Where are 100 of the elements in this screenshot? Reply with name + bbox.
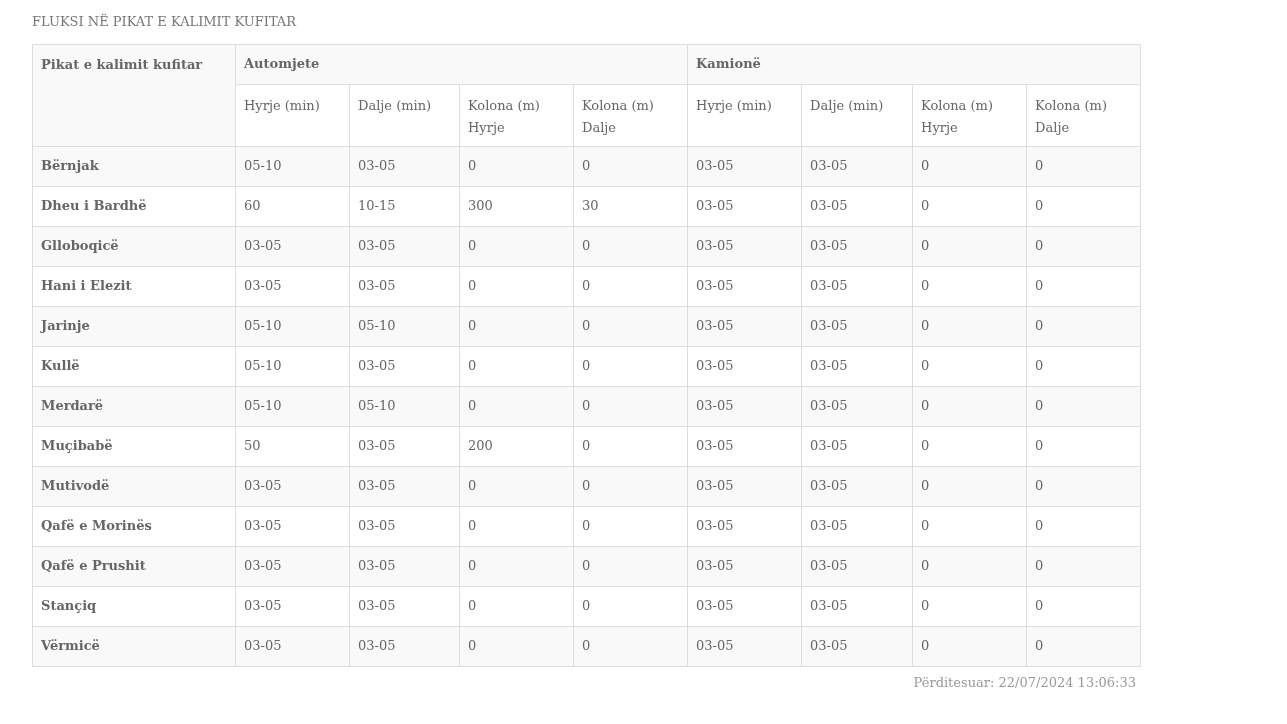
table-cell: 03-05 xyxy=(801,226,913,266)
table-cell: 03-05 xyxy=(687,146,802,186)
table-cell: 05-10 xyxy=(235,386,350,426)
table-cell: 0 xyxy=(912,186,1027,226)
table-cell: 0 xyxy=(912,626,1027,666)
column-header: Kolona (m) Dalje xyxy=(1026,84,1141,146)
table-cell: 05-10 xyxy=(235,146,350,186)
row-header-cell: Stançiq xyxy=(32,586,236,626)
table-cell: 200 xyxy=(459,426,574,466)
table-cell: 0 xyxy=(459,346,574,386)
column-header: Dalje (min) xyxy=(801,84,913,146)
table-cell: 0 xyxy=(573,346,688,386)
column-header: Kolona (m) Hyrje xyxy=(459,84,574,146)
table-cell: 03-05 xyxy=(801,386,913,426)
table-cell: 0 xyxy=(912,386,1027,426)
table-cell: 03-05 xyxy=(349,266,460,306)
table-cell: 03-05 xyxy=(801,346,913,386)
table-cell: 0 xyxy=(912,426,1027,466)
column-group-header: Automjete xyxy=(235,44,688,84)
table-cell: 0 xyxy=(573,306,688,346)
table-cell: 0 xyxy=(573,466,688,506)
row-header-cell: Dheu i Bardhë xyxy=(32,186,236,226)
table-cell: 03-05 xyxy=(349,506,460,546)
table-cell: 0 xyxy=(912,266,1027,306)
table-cell: 10-15 xyxy=(349,186,460,226)
table-cell: 03-05 xyxy=(687,426,802,466)
table-cell: 03-05 xyxy=(235,546,350,586)
table-cell: 30 xyxy=(573,186,688,226)
row-header-cell: Jarinje xyxy=(32,306,236,346)
table-cell: 0 xyxy=(573,586,688,626)
table-cell: 0 xyxy=(1026,146,1141,186)
table-cell: 0 xyxy=(573,146,688,186)
table-cell: 05-10 xyxy=(349,386,460,426)
table-cell: 05-10 xyxy=(235,306,350,346)
table-cell: 0 xyxy=(1026,266,1141,306)
table-cell: 0 xyxy=(1026,586,1141,626)
table-cell: 03-05 xyxy=(801,186,913,226)
table-cell: 03-05 xyxy=(801,146,913,186)
table-cell: 03-05 xyxy=(235,586,350,626)
table-cell: 0 xyxy=(912,506,1027,546)
table-cell: 0 xyxy=(1026,306,1141,346)
table-cell: 0 xyxy=(573,266,688,306)
row-header-cell: Glloboqicë xyxy=(32,226,236,266)
table-cell: 0 xyxy=(912,546,1027,586)
table-cell: 300 xyxy=(459,186,574,226)
table-cell: 0 xyxy=(459,586,574,626)
table-title: FLUKSI NË PIKAT E KALIMIT KUFITAR xyxy=(32,13,298,31)
table-cell: 03-05 xyxy=(801,266,913,306)
table-cell: 03-05 xyxy=(349,546,460,586)
table-cell: 03-05 xyxy=(687,186,802,226)
table-cell: 50 xyxy=(235,426,350,466)
table-cell: 0 xyxy=(459,226,574,266)
table-cell: 03-05 xyxy=(687,386,802,426)
table-cell: 0 xyxy=(1026,346,1141,386)
table-cell: 0 xyxy=(573,626,688,666)
table-cell: 03-05 xyxy=(687,586,802,626)
table-cell: 0 xyxy=(459,626,574,666)
row-header-cell: Qafë e Morinës xyxy=(32,506,236,546)
table-cell: 03-05 xyxy=(687,306,802,346)
table-cell: 03-05 xyxy=(687,626,802,666)
table-cell: 03-05 xyxy=(349,346,460,386)
row-header-cell: Vërmicë xyxy=(32,626,236,666)
table-cell: 03-05 xyxy=(687,466,802,506)
table-cell: 0 xyxy=(912,226,1027,266)
last-updated-text: Përditesuar: 22/07/2024 13:06:33 xyxy=(913,673,1136,692)
table-cell: 03-05 xyxy=(349,426,460,466)
column-group-header: Kamionë xyxy=(687,44,1141,84)
table-cell: 03-05 xyxy=(687,506,802,546)
table-cell: 03-05 xyxy=(235,506,350,546)
table-cell: 0 xyxy=(573,386,688,426)
table-cell: 0 xyxy=(459,266,574,306)
table-cell: 0 xyxy=(912,306,1027,346)
table-cell: 0 xyxy=(459,386,574,426)
table-cell: 05-10 xyxy=(235,346,350,386)
table-cell: 03-05 xyxy=(801,506,913,546)
table-cell: 03-05 xyxy=(687,266,802,306)
table-cell: 0 xyxy=(912,146,1027,186)
table-cell: 03-05 xyxy=(349,586,460,626)
table-cell: 0 xyxy=(912,586,1027,626)
table-cell: 0 xyxy=(459,306,574,346)
table-cell: 03-05 xyxy=(687,226,802,266)
table-cell: 03-05 xyxy=(687,346,802,386)
table-cell: 03-05 xyxy=(349,146,460,186)
row-header-cell: Qafë e Prushit xyxy=(32,546,236,586)
row-header-cell: Mutivodë xyxy=(32,466,236,506)
row-header-cell: Merdarë xyxy=(32,386,236,426)
column-header: Dalje (min) xyxy=(349,84,460,146)
table-cell: 03-05 xyxy=(801,626,913,666)
table-cell: 0 xyxy=(573,426,688,466)
table-cell: 03-05 xyxy=(235,226,350,266)
table-cell: 0 xyxy=(912,466,1027,506)
table-cell: 03-05 xyxy=(235,266,350,306)
column-header: Pikat e kalimit kufitar xyxy=(32,44,236,146)
table-cell: 0 xyxy=(573,546,688,586)
table-cell: 03-05 xyxy=(349,226,460,266)
table-cell: 0 xyxy=(1026,546,1141,586)
table-cell: 03-05 xyxy=(801,546,913,586)
table-cell: 03-05 xyxy=(349,466,460,506)
column-header: Kolona (m) Dalje xyxy=(573,84,688,146)
column-header: Kolona (m) Hyrje xyxy=(912,84,1027,146)
